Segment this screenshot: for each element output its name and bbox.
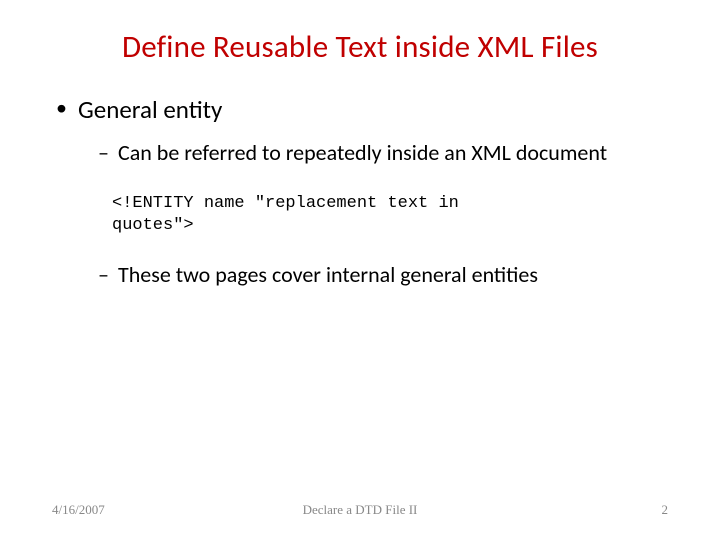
footer-date: 4/16/2007 (52, 502, 105, 518)
bullet-level-1: General entity (56, 94, 680, 125)
slide: Define Reusable Text inside XML Files Ge… (0, 0, 720, 540)
footer-title: Declare a DTD File II (303, 502, 418, 518)
bullet-level-2: Can be referred to repeatedly inside an … (98, 139, 680, 167)
footer-page-number: 2 (662, 502, 669, 518)
bullet-level-2: These two pages cover internal general e… (98, 261, 680, 289)
slide-footer: 4/16/2007 Declare a DTD File II 2 (0, 502, 720, 518)
code-block: <!ENTITY name "replacement text in quote… (104, 187, 504, 243)
slide-title: Define Reusable Text inside XML Files (40, 28, 680, 66)
